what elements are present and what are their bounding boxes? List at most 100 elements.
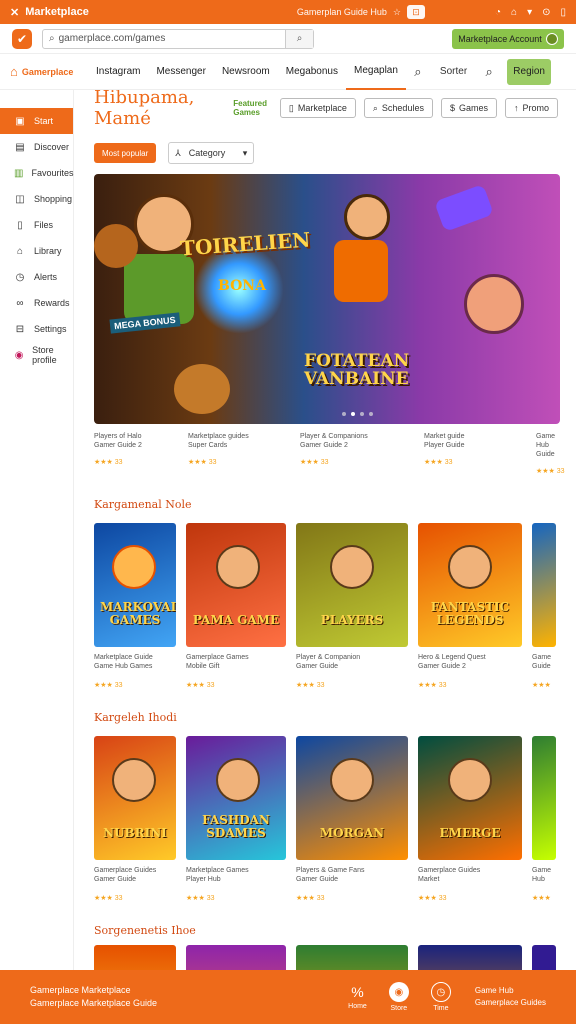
game-thumbnail[interactable] bbox=[418, 945, 522, 970]
bookmark-icon: ▯ bbox=[288, 102, 294, 113]
rocket-figure bbox=[434, 184, 494, 232]
search-icon[interactable]: ⌕ bbox=[477, 64, 501, 80]
sidebar-item[interactable]: ◫ Shopping bbox=[0, 186, 73, 212]
mini-card[interactable]: Market guide Player Guide ★★★ 33 bbox=[424, 432, 524, 476]
sidebar-item[interactable]: ◉ Store profile bbox=[0, 342, 73, 368]
game-tile[interactable]: Game Hub ★★★ bbox=[532, 736, 556, 902]
home-icon: ▣ bbox=[15, 115, 25, 127]
nav-tab-active[interactable]: Megaplan bbox=[346, 54, 406, 90]
sidebar-item[interactable]: ▯ Files bbox=[0, 212, 73, 238]
game-thumbnail[interactable] bbox=[532, 945, 556, 970]
tile-line: Market bbox=[418, 876, 440, 883]
game-thumbnail[interactable]: PLAYERS bbox=[296, 523, 408, 647]
games-button[interactable]: $ Games bbox=[440, 98, 497, 118]
game-thumbnail[interactable]: MARKOVAIS GAMES bbox=[94, 523, 176, 647]
game-tile[interactable]: EMERGE Gamerplace Guides Market ★★★ 33 bbox=[418, 736, 522, 902]
mini-card[interactable]: Player & Companions Gamer Guide 2 ★★★ 33 bbox=[300, 432, 412, 476]
dollar-icon: $ bbox=[449, 103, 455, 113]
sort-button[interactable]: Sorter bbox=[430, 66, 477, 77]
region-button[interactable]: Region bbox=[507, 58, 552, 85]
carousel-dots[interactable] bbox=[342, 412, 373, 416]
game-thumbnail-label: NUBRINI bbox=[103, 826, 167, 840]
game-thumbnail[interactable]: PAMA GAME bbox=[186, 523, 286, 647]
sidebar-item[interactable]: ⌂ Library bbox=[0, 238, 73, 264]
game-thumbnail[interactable] bbox=[532, 736, 556, 860]
game-tile[interactable]: PAMA GAME Gamerplace Games Mobile Gift ★★… bbox=[186, 523, 286, 689]
sidebar: ▣ Start ▤ Discover ▥ Favourites ◫ Shopping ▯… bbox=[0, 90, 74, 970]
search-icon[interactable]: ⌕ bbox=[285, 29, 313, 48]
carousel-dot[interactable] bbox=[342, 412, 346, 416]
game-tile[interactable] bbox=[418, 945, 522, 970]
game-tile[interactable]: MARKOVAIS GAMES Marketplace Guide Game Hu… bbox=[94, 523, 176, 689]
mini-card[interactable]: Players of Halo Gamer Guide 2 ★★★ 33 bbox=[94, 432, 176, 476]
mini-card[interactable]: Marketplace guides Super Cards ★★★ 33 bbox=[188, 432, 288, 476]
game-thumbnail[interactable] bbox=[532, 523, 556, 647]
sidebar-item[interactable]: ⊟ Settings bbox=[0, 316, 73, 342]
sidebar-item[interactable]: ▣ Start bbox=[0, 108, 73, 134]
game-tile[interactable] bbox=[94, 945, 176, 970]
game-thumbnail[interactable] bbox=[296, 945, 408, 970]
marketplace-button[interactable]: ▯ Marketplace bbox=[279, 98, 356, 118]
footer-time-button[interactable]: ◷ Time bbox=[430, 982, 451, 1012]
featured-badge: Featured Games bbox=[233, 99, 268, 117]
game-thumbnail[interactable]: FANTASTIC LEGENDS bbox=[418, 523, 522, 647]
mini-card[interactable]: Game Hub Guide ★★★ 33 bbox=[536, 432, 566, 476]
nav-tab[interactable]: Newsroom bbox=[214, 54, 278, 90]
game-tile[interactable]: PLAYERS Player & Companion Gamer Guide ★★… bbox=[296, 523, 408, 689]
game-thumbnail[interactable]: EMERGE bbox=[418, 736, 522, 860]
search-icon[interactable]: ⌕ bbox=[406, 64, 430, 80]
game-tile[interactable]: FANTASTIC LEGENDS Hero & Legend Quest Gam… bbox=[418, 523, 522, 689]
game-thumbnail[interactable]: MORGAN bbox=[296, 736, 408, 860]
hero-banner[interactable]: BONA TOIRELIEN FOTATEAN VANBAINE MEGA BO… bbox=[94, 174, 560, 424]
game-tile[interactable] bbox=[296, 945, 408, 970]
address-bar: ✔ ⌕ gamerplace.com/games ⌕ Marketplace A… bbox=[0, 24, 576, 54]
rating-value: 33 bbox=[114, 682, 123, 689]
sidebar-item[interactable]: ▤ Discover bbox=[0, 134, 73, 160]
card-line: Gamer Guide 2 bbox=[300, 442, 348, 449]
game-thumbnail[interactable] bbox=[186, 945, 286, 970]
sidebar-item[interactable]: ◷ Alerts bbox=[0, 264, 73, 290]
character-face bbox=[216, 758, 260, 802]
footer-store-button[interactable]: ◉ Store bbox=[388, 982, 409, 1012]
hero-title: TOIRELIEN bbox=[179, 227, 312, 261]
game-tile[interactable]: FASHDAN SDAMES Marketplace Games Player H… bbox=[186, 736, 286, 902]
game-thumbnail[interactable]: NUBRINI bbox=[94, 736, 176, 860]
url-field[interactable]: ⌕ gamerplace.com/games ⌕ bbox=[42, 28, 314, 49]
carousel-dot[interactable] bbox=[369, 412, 373, 416]
game-tile[interactable]: Game Guide ★★★ bbox=[532, 523, 556, 689]
store-logo-icon[interactable]: ✔ bbox=[12, 28, 32, 49]
profile-icon: ◉ bbox=[14, 349, 24, 361]
home-icon[interactable]: ⌂ bbox=[511, 7, 517, 18]
game-tile[interactable] bbox=[532, 945, 556, 970]
nav-tab[interactable]: Megabonus bbox=[278, 54, 346, 90]
button-label: Marketplace bbox=[297, 103, 347, 113]
carousel-dot[interactable] bbox=[360, 412, 364, 416]
footer-right-line[interactable]: Game Hub bbox=[475, 985, 546, 997]
nav-tab[interactable]: Messenger bbox=[148, 54, 213, 90]
brand[interactable]: ⌂ Gamerplace bbox=[0, 64, 74, 79]
footer-right-line[interactable]: Gamerplace Guides bbox=[475, 997, 546, 1009]
filter-bar: Most popular ⅄ Category ▾ bbox=[94, 142, 576, 164]
game-tile[interactable]: MORGAN Players & Game Fans Gamer Guide ★★… bbox=[296, 736, 408, 902]
bookmark-icon[interactable]: ☆ bbox=[393, 7, 401, 18]
character-face bbox=[330, 545, 374, 589]
sidebar-item[interactable]: ∞ Rewards bbox=[0, 290, 73, 316]
category-select[interactable]: ⅄ Category ▾ bbox=[168, 142, 255, 164]
game-tile[interactable]: NUBRINI Gamerplace Guides Gamer Guide ★★★… bbox=[94, 736, 176, 902]
schedules-button[interactable]: ⌕ Schedules bbox=[363, 98, 433, 118]
account-button[interactable]: Marketplace Account bbox=[452, 28, 564, 49]
game-thumbnail[interactable]: FASHDAN SDAMES bbox=[186, 736, 286, 860]
game-thumbnail[interactable] bbox=[94, 945, 176, 970]
sidebar-item[interactable]: ▥ Favourites bbox=[0, 160, 73, 186]
tile-line: Guide bbox=[532, 663, 551, 670]
footer-home-button[interactable]: % Home bbox=[348, 984, 367, 1010]
nav-tab[interactable]: Instagram bbox=[88, 54, 148, 90]
promo-button[interactable]: ↑ Promo bbox=[504, 98, 558, 118]
extension-icon[interactable]: ⊡ bbox=[406, 5, 425, 19]
game-tile[interactable] bbox=[186, 945, 286, 970]
account-icon[interactable]: ⊙ bbox=[542, 7, 550, 18]
settings-icon[interactable]: ◔ bbox=[495, 7, 501, 18]
filter-chip[interactable]: Most popular bbox=[94, 143, 157, 163]
rating-value: 33 bbox=[438, 895, 447, 902]
carousel-dot-active[interactable] bbox=[351, 412, 355, 416]
